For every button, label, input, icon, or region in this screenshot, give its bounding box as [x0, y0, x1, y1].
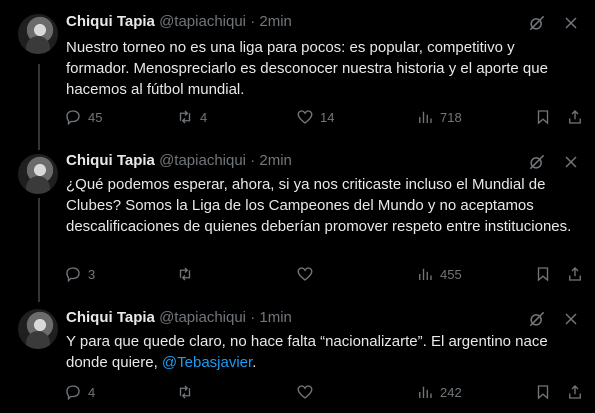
- author-name[interactable]: Chiqui Tapia: [66, 309, 155, 326]
- views-count: 242: [440, 384, 462, 400]
- avatar[interactable]: [18, 14, 58, 54]
- tweet-header: Chiqui Tapia @tapiachiqui · 1min: [66, 308, 292, 328]
- like-count: 14: [320, 109, 335, 125]
- like-button[interactable]: 14: [296, 108, 334, 126]
- reply-button[interactable]: 45: [64, 108, 102, 126]
- tweet[interactable]: Chiqui Tapia @tapiachiqui · 2min Nuestro…: [0, 0, 595, 140]
- bookmark-icon: [537, 385, 549, 400]
- tweet-text: Nuestro torneo no es una liga para pocos…: [66, 39, 548, 98]
- views-icon: [419, 268, 432, 280]
- author-handle[interactable]: @tapiachiqui: [159, 13, 246, 30]
- author-name[interactable]: Chiqui Tapia: [66, 152, 155, 169]
- share-button[interactable]: [566, 265, 584, 283]
- like-icon: [297, 110, 313, 124]
- repost-button[interactable]: [176, 265, 200, 283]
- bookmark-icon: [537, 110, 549, 125]
- bookmark-button[interactable]: [534, 265, 552, 283]
- views-button[interactable]: 718: [416, 108, 462, 126]
- avatar[interactable]: [18, 154, 58, 194]
- tweet-header: Chiqui Tapia @tapiachiqui · 2min: [66, 12, 292, 32]
- bookmark-icon: [537, 267, 549, 282]
- reply-count: 3: [88, 266, 96, 282]
- repost-icon: [179, 267, 191, 281]
- reply-count: 45: [88, 109, 103, 125]
- views-icon: [419, 111, 432, 123]
- repost-button[interactable]: 4: [176, 108, 207, 126]
- tweet-text: ¿Qué podemos esperar, ahora, si ya nos c…: [66, 176, 572, 235]
- tweet-actions: 45 4 14 718: [64, 108, 584, 130]
- separator-dot: ·: [250, 309, 256, 326]
- reply-icon: [66, 385, 80, 401]
- separator-dot: ·: [250, 13, 256, 30]
- share-button[interactable]: [566, 383, 584, 401]
- tweet[interactable]: Chiqui Tapia @tapiachiqui · 2min ¿Qué po…: [0, 140, 595, 295]
- share-icon: [569, 110, 581, 124]
- tweet[interactable]: Chiqui Tapia @tapiachiqui · 1min Y para …: [0, 295, 595, 413]
- views-button[interactable]: 455: [416, 265, 462, 283]
- tweet-thread: Chiqui Tapia @tapiachiqui · 2min Nuestro…: [0, 0, 595, 413]
- avatar[interactable]: [18, 309, 58, 349]
- grok-icon[interactable]: [527, 13, 547, 33]
- timestamp[interactable]: 2min: [259, 13, 292, 30]
- more-icon[interactable]: [561, 152, 581, 172]
- reply-icon: [66, 110, 80, 126]
- reply-button[interactable]: 4: [64, 383, 95, 401]
- more-icon[interactable]: [561, 13, 581, 33]
- views-count: 455: [440, 266, 462, 282]
- tweet-text: Y para que quede claro, no hace falta “n…: [66, 331, 581, 373]
- reply-icon: [66, 267, 80, 283]
- tweet-text-part: Y para que quede claro, no hace falta “n…: [66, 333, 548, 371]
- separator-dot: ·: [250, 152, 256, 169]
- mention-link[interactable]: @Tebasjavier: [162, 354, 252, 371]
- like-button[interactable]: [296, 383, 320, 401]
- views-count: 718: [440, 109, 462, 125]
- grok-icon[interactable]: [527, 309, 547, 329]
- like-button[interactable]: [296, 265, 320, 283]
- timestamp[interactable]: 1min: [259, 309, 292, 326]
- bookmark-button[interactable]: [534, 108, 552, 126]
- repost-icon: [179, 385, 191, 399]
- bookmark-button[interactable]: [534, 383, 552, 401]
- author-name[interactable]: Chiqui Tapia: [66, 13, 155, 30]
- reply-button[interactable]: 3: [64, 265, 95, 283]
- like-icon: [297, 385, 313, 399]
- reply-count: 4: [88, 384, 96, 400]
- tweet-text-part: .: [252, 354, 257, 371]
- views-button[interactable]: 242: [416, 383, 462, 401]
- grok-icon[interactable]: [527, 152, 547, 172]
- more-icon[interactable]: [561, 309, 581, 329]
- repost-button[interactable]: [176, 383, 200, 401]
- share-icon: [569, 267, 581, 281]
- repost-count: 4: [200, 109, 208, 125]
- author-handle[interactable]: @tapiachiqui: [159, 309, 246, 326]
- like-icon: [297, 267, 313, 281]
- author-handle[interactable]: @tapiachiqui: [159, 152, 246, 169]
- timestamp[interactable]: 2min: [259, 152, 292, 169]
- tweet-actions: 3 455: [64, 265, 584, 287]
- share-icon: [569, 385, 581, 399]
- views-icon: [419, 386, 432, 398]
- repost-icon: [179, 110, 191, 124]
- tweet-header: Chiqui Tapia @tapiachiqui · 2min: [66, 151, 292, 171]
- tweet-actions: 4 242: [64, 383, 584, 405]
- share-button[interactable]: [566, 108, 584, 126]
